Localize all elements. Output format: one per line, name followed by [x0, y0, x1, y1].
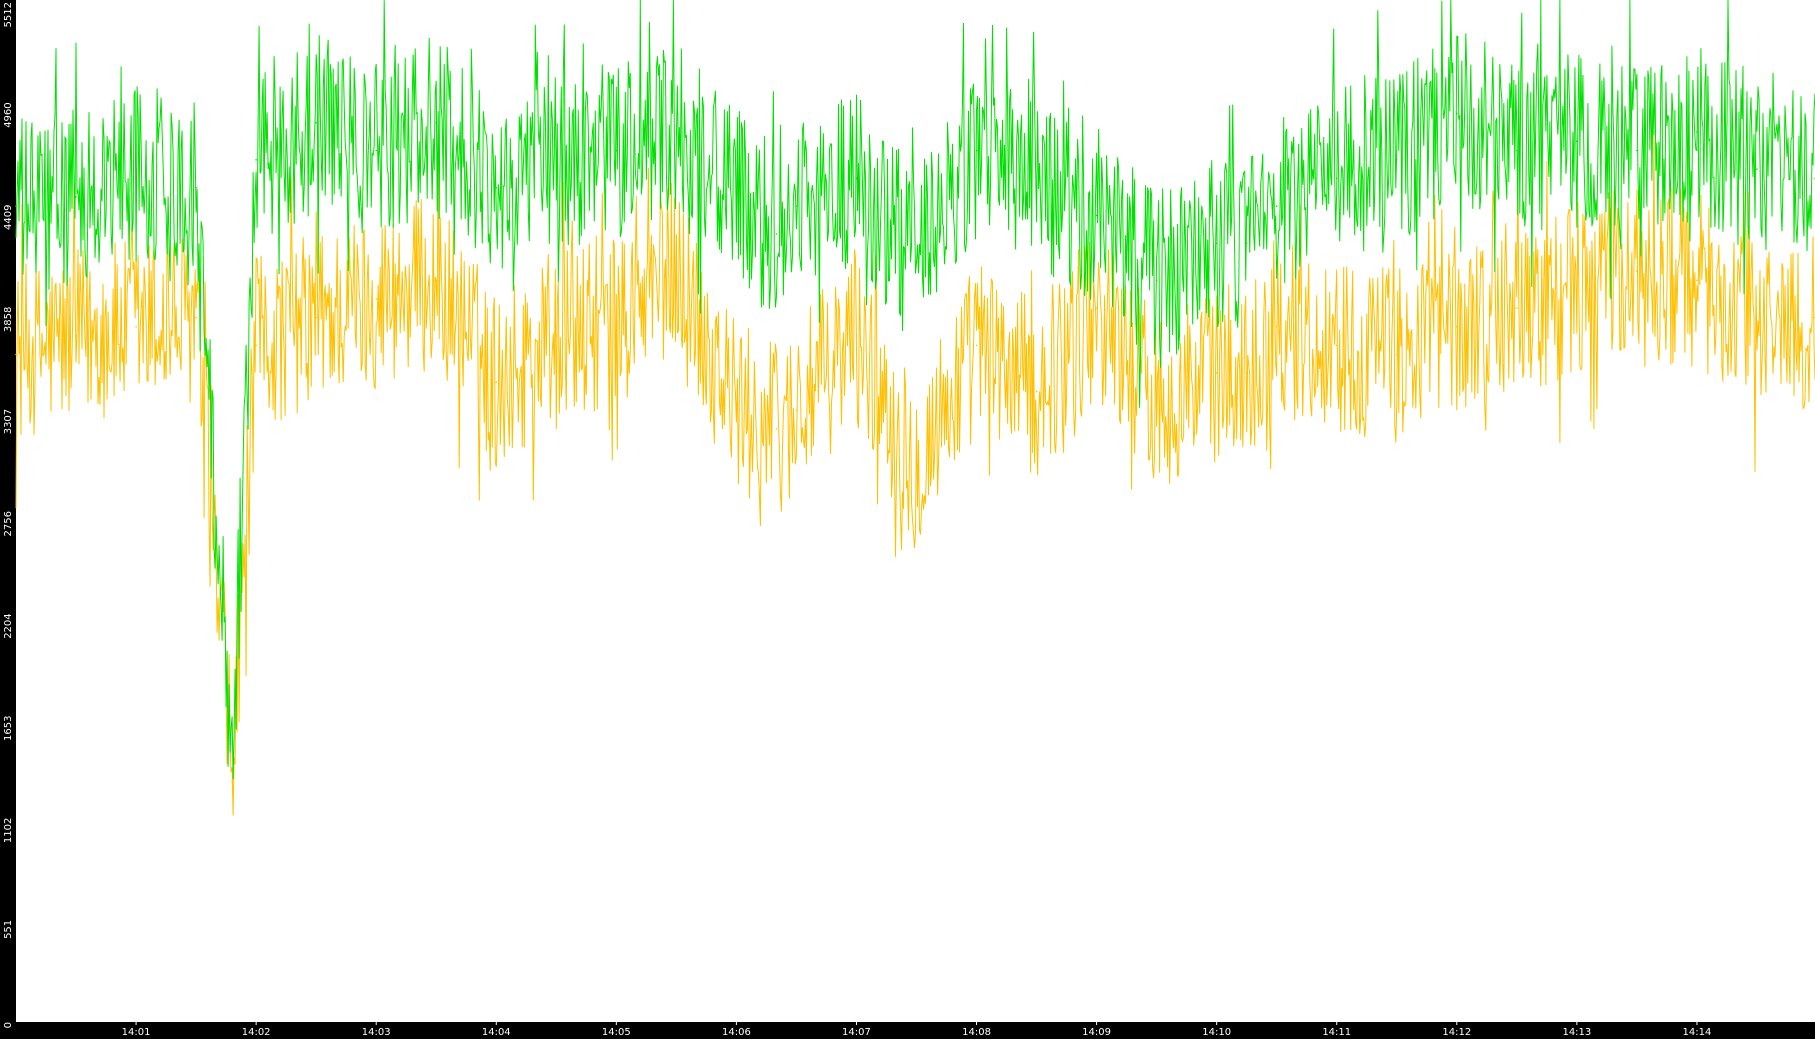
- series-point: [1245, 242, 1248, 245]
- series-point: [1155, 400, 1158, 402]
- series-point: [1756, 168, 1758, 170]
- series-point: [75, 196, 77, 198]
- series-point: [1035, 390, 1038, 393]
- series-point: [675, 261, 678, 263]
- series-point: [915, 261, 918, 263]
- x-tick-label: 14:05: [602, 1027, 631, 1038]
- x-tick-label: 14:06: [722, 1027, 751, 1038]
- series-point: [75, 335, 77, 337]
- series-point: [135, 168, 137, 170]
- series-point: [1516, 149, 1518, 152]
- x-tick-label: 14:08: [962, 1027, 991, 1038]
- y-tick-label: 2756: [3, 511, 14, 536]
- series-point: [775, 427, 778, 430]
- series-point: [1456, 112, 1458, 115]
- series-point: [195, 186, 197, 189]
- y-tick-label: 551: [3, 920, 14, 939]
- series-point: [615, 149, 618, 152]
- series-point: [1696, 131, 1698, 133]
- y-tick-label: 5512: [3, 2, 14, 27]
- y-tick-label: 4409: [3, 205, 14, 230]
- x-tick-label: 14:13: [1562, 1027, 1591, 1038]
- x-tick-label: 14:02: [242, 1027, 271, 1038]
- series-point: [1095, 214, 1098, 217]
- y-tick-label: 3858: [3, 307, 14, 332]
- y-tick-label: 1653: [3, 716, 14, 741]
- series-point: [735, 196, 738, 198]
- series-point: [555, 335, 558, 337]
- series-point: [495, 186, 498, 189]
- series-point: [1576, 288, 1578, 291]
- series-point: [375, 149, 378, 152]
- series-point: [855, 335, 858, 337]
- series-point: [315, 316, 317, 319]
- series-point: [1275, 205, 1278, 207]
- series-point: [915, 464, 918, 467]
- series-point: [1335, 177, 1338, 180]
- series-point: [775, 233, 778, 235]
- series-point: [231, 743, 233, 745]
- series-point: [1756, 325, 1758, 328]
- series-point: [735, 409, 738, 411]
- series-point: [675, 131, 678, 133]
- x-tick-label: 14:04: [482, 1027, 511, 1038]
- series-point: [795, 205, 798, 207]
- y-tick-label: 4960: [3, 102, 14, 127]
- series-point: [1456, 325, 1458, 328]
- series-point: [435, 121, 438, 124]
- series-point: [15, 205, 17, 207]
- y-tick-label: 0: [3, 1022, 14, 1028]
- x-tick-label: 14:09: [1082, 1027, 1111, 1038]
- series-point: [495, 381, 498, 384]
- series-point: [135, 325, 137, 328]
- series-point: [555, 159, 558, 161]
- series-point: [315, 121, 317, 124]
- series-point: [1215, 242, 1218, 245]
- series-point: [615, 325, 618, 328]
- series-point: [1035, 186, 1038, 189]
- y-tick-label: 3307: [3, 409, 14, 434]
- series-point: [1576, 140, 1578, 143]
- series-point: [435, 279, 438, 282]
- series-point: [1395, 353, 1398, 356]
- y-tick-label: 2204: [3, 613, 14, 638]
- series-point: [1155, 279, 1158, 282]
- x-tick-label: 14:01: [122, 1027, 151, 1038]
- series-point: [1696, 279, 1698, 282]
- x-tick-label: 14:12: [1442, 1027, 1471, 1038]
- series-point: [1335, 344, 1338, 347]
- series-point: [1275, 325, 1278, 328]
- series-point: [195, 316, 197, 319]
- series-point: [1395, 159, 1398, 161]
- series-point: [1636, 270, 1638, 272]
- series-point: [975, 149, 978, 152]
- series-point: [1516, 307, 1518, 309]
- series-point: [1215, 372, 1218, 374]
- y-tick-label: 1102: [3, 818, 14, 843]
- series-point: [15, 353, 17, 356]
- series-point: [255, 159, 257, 161]
- series-point: [855, 177, 858, 180]
- x-tick-label: 14:14: [1683, 1027, 1712, 1038]
- series-point: [255, 344, 257, 347]
- x-tick-label: 14:07: [842, 1027, 871, 1038]
- series-point: [1095, 307, 1098, 309]
- series-point: [231, 780, 233, 782]
- series-point: [1636, 149, 1638, 152]
- x-tick-label: 14:03: [362, 1027, 391, 1038]
- x-tick-label: 14:11: [1322, 1027, 1351, 1038]
- series-point: [1245, 372, 1248, 374]
- series-point: [375, 298, 378, 300]
- series-point: [795, 409, 798, 411]
- x-tick-label: 14:10: [1202, 1027, 1231, 1038]
- series-point: [975, 344, 978, 347]
- chart: 0 551 1102 1653 2204 2756 3307 3858 4409 4960 5512…: [0, 0, 1815, 1039]
